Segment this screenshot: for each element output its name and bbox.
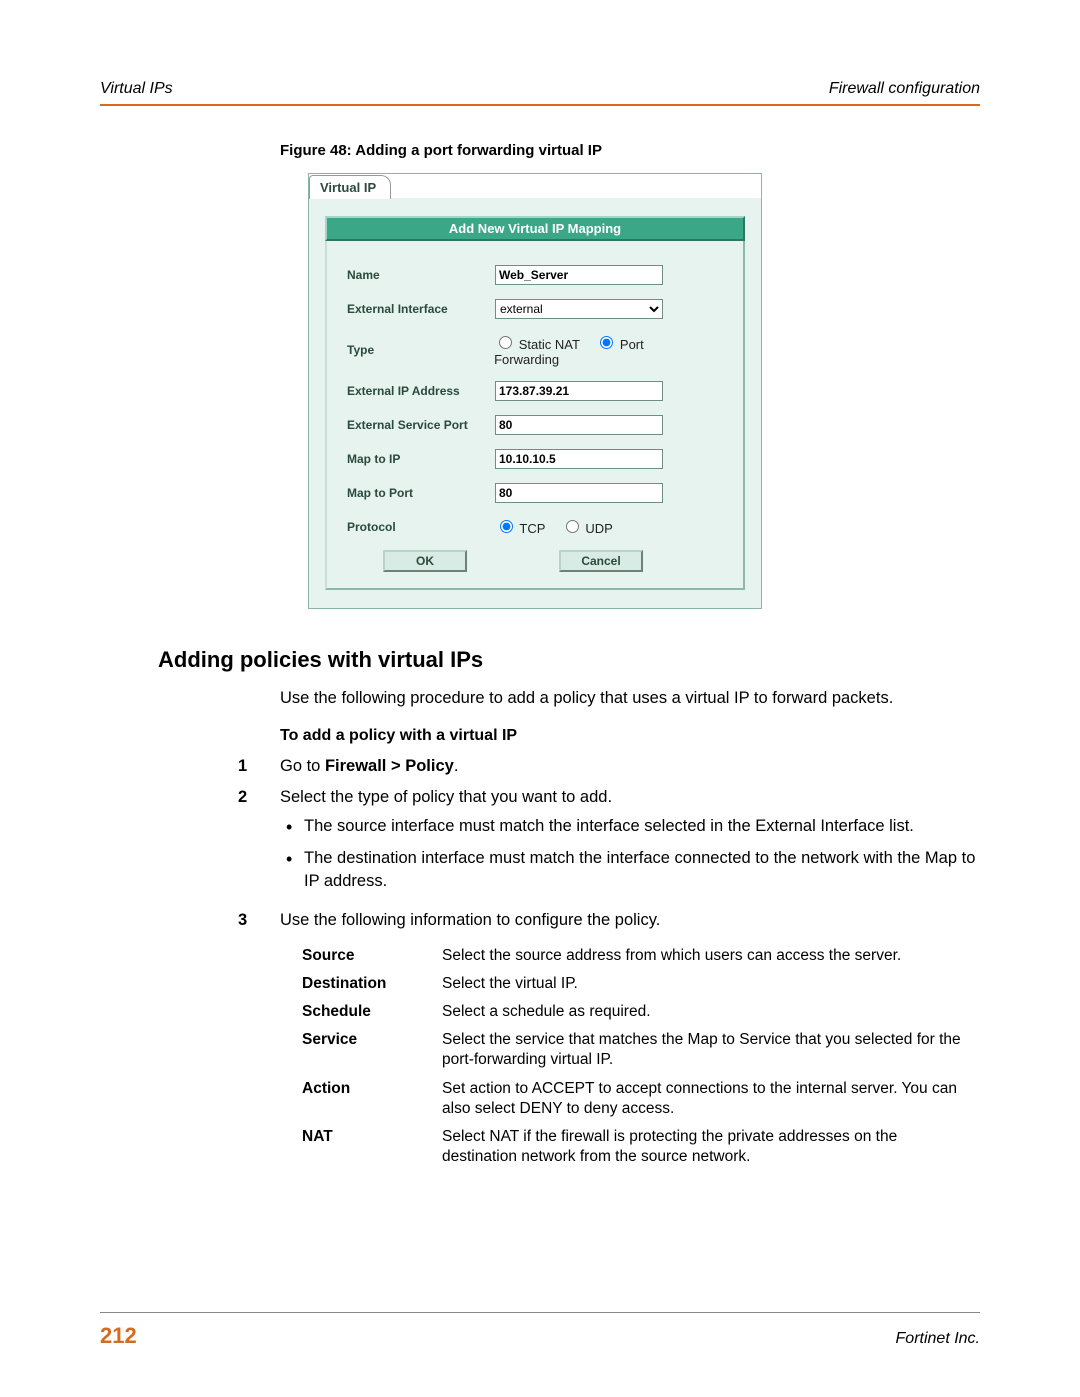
select-external-interface[interactable]: external [495, 299, 663, 319]
row-external-ip: External IP Address [347, 381, 723, 401]
page-footer: 212 Fortinet Inc. [100, 1312, 980, 1349]
table-row: NATSelect NAT if the firewall is protect… [302, 1123, 976, 1171]
row-type: Type Static NAT Port Forwarding [347, 333, 723, 367]
table-row: SourceSelect the source address from whi… [302, 942, 976, 970]
table-row: DestinationSelect the virtual IP. [302, 970, 976, 998]
config-key: Service [302, 1026, 442, 1074]
step-1-bold: Firewall > Policy [325, 757, 454, 775]
figure-caption: Figure 48: Adding a port forwarding virt… [280, 142, 980, 159]
radio-udp-label: UDP [561, 521, 613, 536]
config-value: Select a schedule as required. [442, 998, 976, 1026]
config-value: Select the source address from which use… [442, 942, 976, 970]
step-1-number: 1 [238, 755, 280, 778]
label-external-port: External Service Port [347, 418, 495, 432]
input-map-ip[interactable] [495, 449, 663, 469]
steps-list: 1 Go to Firewall > Policy. 2 Select the … [238, 755, 980, 932]
label-external-interface: External Interface [347, 302, 495, 316]
row-name: Name [347, 265, 723, 285]
radio-tcp-label: TCP [495, 521, 549, 536]
tab-bar: Virtual IP [309, 174, 761, 198]
radio-static-nat-label: Static NAT [494, 337, 583, 352]
page-number: 212 [100, 1323, 137, 1349]
label-map-ip: Map to IP [347, 452, 495, 466]
intro-text: Use the following procedure to add a pol… [280, 687, 980, 709]
row-map-port: Map to Port [347, 483, 723, 503]
button-row: OK Cancel [347, 550, 723, 572]
step-2-text: Select the type of policy that you want … [280, 788, 612, 806]
step-1: 1 Go to Firewall > Policy. [238, 755, 980, 778]
row-map-ip: Map to IP [347, 449, 723, 469]
radio-udp[interactable] [566, 520, 579, 533]
config-value: Set action to ACCEPT to accept connectio… [442, 1075, 976, 1123]
config-key: Destination [302, 970, 442, 998]
radio-tcp[interactable] [500, 520, 513, 533]
row-external-interface: External Interface external [347, 299, 723, 319]
label-map-port: Map to Port [347, 486, 495, 500]
config-value: Select NAT if the firewall is protecting… [442, 1123, 976, 1171]
radio-port-forwarding[interactable] [600, 336, 613, 349]
cancel-button[interactable]: Cancel [559, 550, 643, 572]
section-heading: Adding policies with virtual IPs [158, 647, 980, 673]
table-row: ActionSet action to ACCEPT to accept con… [302, 1075, 976, 1123]
step-2-number: 2 [238, 786, 280, 900]
step-1-suffix: . [454, 757, 459, 775]
step-2-bullet-2: The destination interface must match the… [304, 847, 980, 893]
table-row: ServiceSelect the service that matches t… [302, 1026, 976, 1074]
input-name[interactable] [495, 265, 663, 285]
config-key: NAT [302, 1123, 442, 1171]
radio-static-nat[interactable] [499, 336, 512, 349]
page-header: Virtual IPs Firewall configuration [100, 80, 980, 106]
ok-button[interactable]: OK [383, 550, 467, 572]
label-protocol: Protocol [347, 520, 495, 534]
config-key: Schedule [302, 998, 442, 1026]
step-1-prefix: Go to [280, 757, 325, 775]
step-2-bullet-1: The source interface must match the inte… [304, 815, 980, 838]
radio-udp-text: UDP [585, 521, 612, 536]
config-value: Select the service that matches the Map … [442, 1026, 976, 1074]
step-3: 3 Use the following information to confi… [238, 909, 980, 932]
row-external-port: External Service Port [347, 415, 723, 435]
config-table: SourceSelect the source address from whi… [302, 942, 976, 1171]
table-row: ScheduleSelect a schedule as required. [302, 998, 976, 1026]
config-key: Source [302, 942, 442, 970]
config-value: Select the virtual IP. [442, 970, 976, 998]
radio-static-nat-text: Static NAT [519, 337, 580, 352]
screenshot-container: Virtual IP Add New Virtual IP Mapping Na… [308, 173, 762, 609]
input-external-ip[interactable] [495, 381, 663, 401]
label-type: Type [347, 343, 494, 357]
row-protocol: Protocol TCP UDP [347, 517, 723, 536]
config-key: Action [302, 1075, 442, 1123]
tab-virtual-ip[interactable]: Virtual IP [309, 175, 391, 199]
footer-company: Fortinet Inc. [896, 1330, 980, 1348]
step-3-number: 3 [238, 909, 280, 932]
header-right: Firewall configuration [829, 80, 980, 98]
input-external-port[interactable] [495, 415, 663, 435]
subheading: To add a policy with a virtual IP [280, 727, 980, 745]
radio-tcp-text: TCP [519, 521, 545, 536]
label-name: Name [347, 268, 495, 282]
panel-title: Add New Virtual IP Mapping [325, 216, 745, 241]
input-map-port[interactable] [495, 483, 663, 503]
label-external-ip: External IP Address [347, 384, 495, 398]
form-body: Name External Interface external Type St… [325, 241, 745, 590]
header-left: Virtual IPs [100, 80, 173, 98]
step-3-text: Use the following information to configu… [280, 909, 980, 932]
step-2: 2 Select the type of policy that you wan… [238, 786, 980, 900]
